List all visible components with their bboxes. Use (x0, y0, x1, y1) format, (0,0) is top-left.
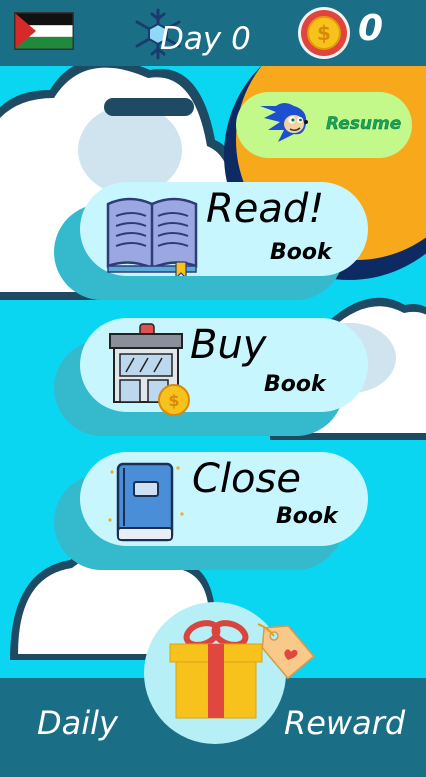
buy-title: Buy (190, 322, 267, 368)
resume-label: Resume (326, 114, 402, 134)
buy-subtitle: Book (264, 372, 326, 397)
resume-button[interactable]: Resume (236, 92, 412, 158)
closed-book-icon (108, 462, 184, 542)
read-book-button[interactable]: Read! Book (54, 182, 368, 302)
close-book-button[interactable]: Close Book (54, 452, 368, 572)
svg-text:$: $ (317, 21, 331, 45)
read-title: Read! (206, 186, 325, 232)
day-label: Day 0 (160, 21, 251, 57)
coin-count: 0 (358, 8, 384, 49)
reward-label: Reward (284, 704, 406, 742)
heart-tag-icon (257, 623, 315, 680)
close-subtitle: Book (276, 504, 338, 529)
dollar-coin-icon: $ (298, 7, 350, 59)
sonic-character-icon (260, 103, 308, 142)
palestine-flag-icon[interactable] (14, 12, 74, 50)
shop-icon: $ (109, 323, 190, 416)
game-screen: Day 0 $ 0 Resume Read! Book $ Buy Book C… (0, 0, 426, 777)
close-title: Close (192, 456, 301, 502)
svg-text:$: $ (168, 391, 179, 410)
daily-label: Daily (37, 704, 118, 742)
buy-book-button[interactable]: $ Buy Book (54, 318, 368, 438)
open-book-icon (106, 197, 198, 276)
read-subtitle: Book (270, 240, 332, 265)
daily-reward-button[interactable] (144, 602, 315, 744)
day-counter: Day 0 (130, 6, 280, 62)
stripe (104, 98, 194, 116)
